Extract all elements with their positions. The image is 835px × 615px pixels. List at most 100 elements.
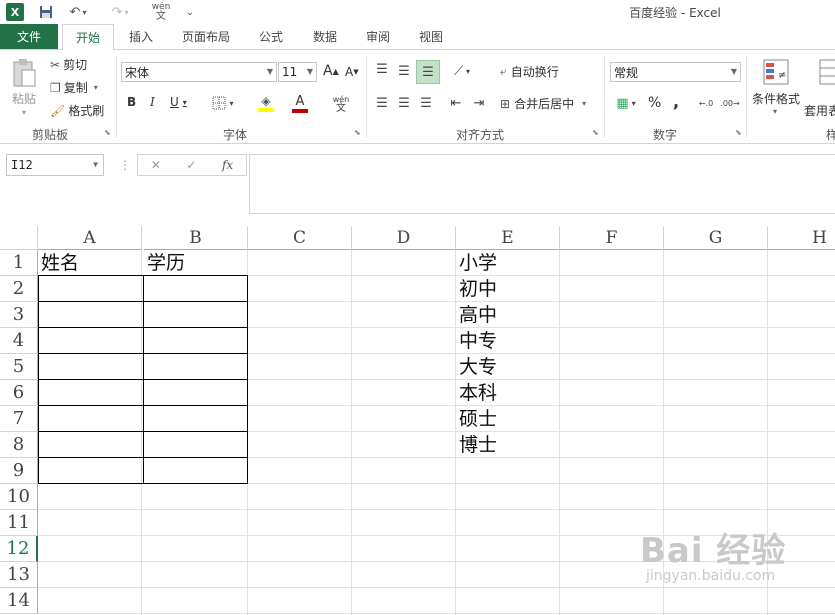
cell-e2[interactable]: 初中: [456, 276, 559, 302]
select-all-corner[interactable]: [0, 226, 38, 250]
decrease-decimal-icon[interactable]: .00→: [719, 94, 741, 112]
grow-font-button[interactable]: A ▲: [323, 63, 339, 79]
number-launcher-icon[interactable]: ⬊: [735, 128, 742, 137]
row-header-7[interactable]: 7: [0, 406, 38, 432]
italic-button[interactable]: I: [150, 95, 155, 109]
row-header-3[interactable]: 3: [0, 302, 38, 328]
cell-e6[interactable]: 本科: [456, 380, 559, 406]
cell-e3[interactable]: 高中: [456, 302, 559, 328]
font-name-select[interactable]: 宋体 ▼: [121, 62, 277, 82]
cell-b1[interactable]: 学历: [144, 250, 247, 276]
row-header-1[interactable]: 1: [0, 250, 38, 276]
row-header-4[interactable]: 4: [0, 328, 38, 354]
row-header-2[interactable]: 2: [0, 276, 38, 302]
font-size-select[interactable]: 11 ▼: [278, 62, 317, 82]
column-header-g[interactable]: G: [664, 226, 768, 250]
align-center-icon[interactable]: ☰: [395, 94, 413, 112]
borders-icon[interactable]: ▾: [208, 94, 238, 112]
phonetic-guide-icon[interactable]: wén 文: [146, 3, 176, 22]
font-color-icon[interactable]: A: [286, 92, 314, 114]
tab-file[interactable]: 文件: [0, 24, 58, 49]
copy-button[interactable]: ❐ 复制 ▾: [50, 79, 98, 96]
tab-review[interactable]: 审阅: [355, 24, 401, 49]
table-border-horizontal: [38, 405, 248, 406]
save-icon[interactable]: [36, 3, 56, 21]
cell-e8[interactable]: 博士: [456, 432, 559, 458]
enter-icon[interactable]: ✓: [186, 158, 196, 172]
phonetic-icon[interactable]: wén 文: [329, 92, 353, 116]
wrap-text-button[interactable]: ⤶ 自动换行: [500, 63, 559, 80]
format-painter-button[interactable]: 🖌 格式刷: [50, 102, 104, 119]
row-header-12[interactable]: 12: [0, 536, 38, 562]
conditional-formatting-label[interactable]: 条件格式: [752, 90, 800, 107]
row-header-6[interactable]: 6: [0, 380, 38, 406]
orientation-icon[interactable]: ⟋ ▾: [448, 62, 476, 80]
undo-icon[interactable]: ↶ ▾: [66, 3, 90, 21]
format-as-table-label[interactable]: 套用表格格式: [804, 104, 835, 119]
shrink-font-button[interactable]: A ▼: [345, 65, 359, 79]
decrease-indent-icon[interactable]: ⇤: [446, 94, 466, 112]
insert-function-icon[interactable]: fx: [222, 158, 233, 172]
cancel-icon[interactable]: ✕: [151, 158, 161, 172]
column-header-d[interactable]: D: [352, 226, 456, 250]
tab-insert[interactable]: 插入: [118, 24, 164, 49]
paste-icon[interactable]: [8, 56, 40, 90]
row-header-10[interactable]: 10: [0, 484, 38, 510]
row-header-8[interactable]: 8: [0, 432, 38, 458]
conditional-formatting-icon[interactable]: ≠: [760, 56, 792, 88]
fill-color-icon[interactable]: ◈: [252, 92, 280, 114]
cell-e1[interactable]: 小学: [456, 250, 559, 276]
row-header-9[interactable]: 9: [0, 458, 38, 484]
merge-center-button[interactable]: ⊞ 合并后居中 ▾: [500, 95, 586, 112]
tab-page-layout[interactable]: 页面布局: [172, 24, 240, 49]
row-header-14[interactable]: 14: [0, 588, 38, 614]
chevron-down-icon: ▼: [93, 160, 98, 169]
cell-e5[interactable]: 大专: [456, 354, 559, 380]
format-as-table-icon[interactable]: [818, 56, 835, 88]
row-header-5[interactable]: 5: [0, 354, 38, 380]
row-header-11[interactable]: 11: [0, 510, 38, 536]
column-header-b[interactable]: B: [144, 226, 248, 250]
tab-formulas[interactable]: 公式: [248, 24, 294, 49]
bold-button[interactable]: B: [127, 95, 136, 109]
tab-data[interactable]: 数据: [302, 24, 348, 49]
ribbon-separator: [366, 56, 367, 138]
cell-e4[interactable]: 中专: [456, 328, 559, 354]
tab-view[interactable]: 视图: [408, 24, 454, 49]
align-middle-icon[interactable]: ☰: [395, 62, 413, 80]
align-left-icon[interactable]: ☰: [373, 94, 391, 112]
copy-icon: ❐: [50, 80, 61, 95]
column-header-f[interactable]: F: [560, 226, 664, 250]
redo-icon[interactable]: ↷ ▾: [106, 3, 134, 21]
paste-dropdown-icon[interactable]: ▾: [22, 108, 26, 117]
clipboard-launcher-icon[interactable]: ⬊: [104, 128, 111, 137]
row-header-13[interactable]: 13: [0, 562, 38, 588]
alignment-launcher-icon[interactable]: ⬊: [592, 128, 599, 137]
conditional-dropdown-icon[interactable]: ▾: [773, 107, 777, 116]
column-header-h[interactable]: H: [768, 226, 835, 250]
cell-e7[interactable]: 硕士: [456, 406, 559, 432]
cut-button[interactable]: ✂ 剪切: [50, 56, 87, 73]
column-header-a[interactable]: A: [38, 226, 142, 250]
font-launcher-icon[interactable]: ⬊: [354, 128, 361, 137]
accounting-format-icon[interactable]: ▦ ▾: [612, 94, 640, 112]
percent-style-button[interactable]: %: [648, 95, 661, 111]
increase-indent-icon[interactable]: ⇥: [469, 94, 489, 112]
comma-style-button[interactable]: ,: [673, 92, 679, 111]
name-box[interactable]: I12 ▼: [6, 154, 104, 176]
paste-label[interactable]: 粘贴: [12, 90, 36, 107]
column-header-c[interactable]: C: [248, 226, 352, 250]
cell-a1[interactable]: 姓名: [38, 250, 141, 276]
formula-bar-splitter-icon[interactable]: ⋮: [119, 158, 131, 172]
number-format-select[interactable]: 常规 ▼: [610, 62, 741, 82]
increase-decimal-icon[interactable]: ←.0: [695, 94, 717, 112]
align-top-icon[interactable]: ☰: [373, 60, 391, 78]
underline-button[interactable]: U ▾: [170, 95, 187, 109]
tab-home[interactable]: 开始: [62, 24, 114, 51]
align-bottom-icon[interactable]: ☰: [416, 60, 440, 84]
align-right-icon[interactable]: ☰: [417, 94, 435, 112]
formula-input[interactable]: [249, 154, 835, 214]
font-size-value: 11: [282, 65, 298, 79]
column-header-e[interactable]: E: [456, 226, 560, 250]
customize-toolbar-icon[interactable]: ⌄: [182, 3, 198, 21]
